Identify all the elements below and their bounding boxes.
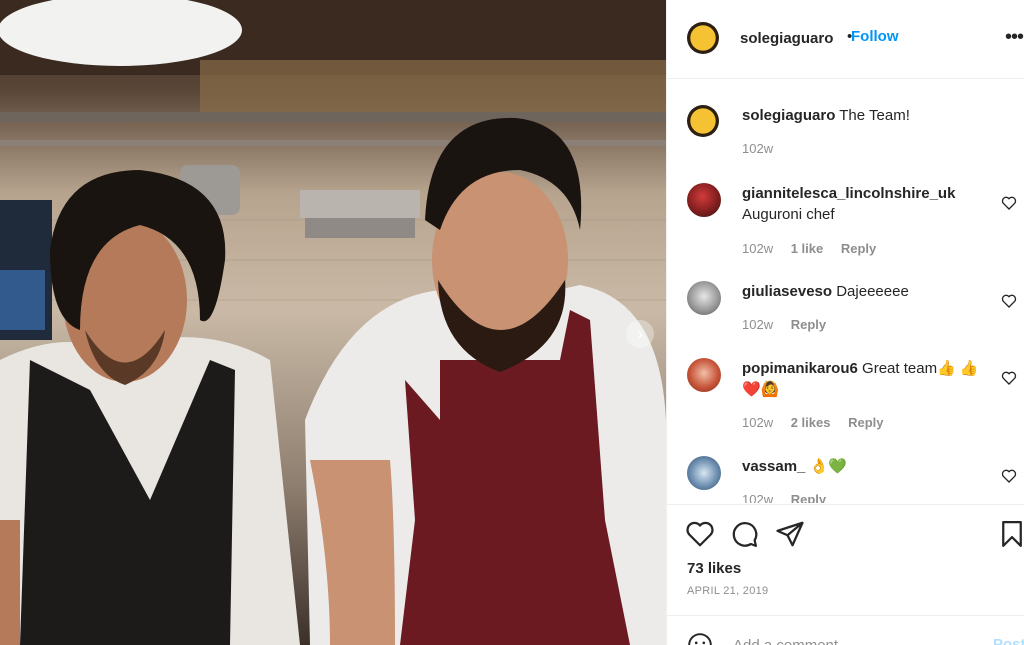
comment-likes[interactable]: 1 like (791, 241, 824, 256)
comment-time[interactable]: 102w (742, 241, 773, 256)
author-avatar[interactable] (687, 22, 719, 54)
comment-time[interactable]: 102w (742, 415, 773, 430)
next-image-button[interactable]: › (626, 320, 654, 348)
comment-content: Dajeeeeee (836, 283, 909, 300)
comment-username[interactable]: giannitelesca_lincolnshire_uk (742, 185, 955, 202)
comment-time[interactable]: 102w (742, 317, 773, 332)
caption-time[interactable]: 102w (742, 141, 773, 156)
comment-text: popimanikarou6 Great team👍 👍❤️🙆 (742, 358, 982, 400)
comment-likes[interactable]: 2 likes (791, 415, 831, 430)
author-username[interactable]: solegiaguaro (740, 30, 833, 47)
post-date[interactable]: APRIL 21, 2019 (687, 585, 768, 597)
post-actions: 73 likes APRIL 21, 2019 Post (667, 504, 1024, 645)
comment-text: giuliaseveso Dajeeeeee (742, 281, 982, 302)
comment-text: giannitelesca_lincolnshire_uk Auguroni c… (742, 183, 982, 225)
share-icon[interactable] (775, 519, 805, 549)
emoji-icon[interactable] (687, 632, 713, 645)
comment-username[interactable]: vassam_ (742, 458, 805, 475)
caption-meta: 102w (742, 141, 787, 156)
reply-button[interactable]: Reply (791, 317, 826, 332)
comment-like-heart-icon[interactable] (1001, 370, 1017, 386)
reply-button[interactable]: Reply (841, 241, 876, 256)
comment-username[interactable]: popimanikarou6 (742, 360, 858, 377)
post-comment-button[interactable]: Post (993, 636, 1024, 645)
comment-time[interactable]: 102w (742, 492, 773, 503)
bookmark-icon[interactable] (997, 519, 1024, 549)
post-sidebar: solegiaguaro • Follow ••• solegiaguaro T… (666, 0, 1024, 645)
comment-meta: 102w 2 likes Reply (742, 415, 898, 430)
comment-meta: 102w 1 like Reply (742, 241, 890, 256)
heart-icon[interactable] (685, 519, 715, 549)
comment-meta: 102w Reply (742, 492, 840, 503)
comment-icon[interactable] (729, 519, 759, 549)
comment-like-heart-icon[interactable] (1001, 195, 1017, 211)
comment-like-heart-icon[interactable] (1001, 468, 1017, 484)
comment-content: Auguroni chef (742, 206, 835, 223)
more-horizontal-icon[interactable]: ••• (1005, 26, 1024, 49)
caption-username[interactable]: solegiaguaro (742, 107, 835, 124)
post-header: solegiaguaro • Follow ••• (667, 0, 1024, 79)
caption-text: solegiaguaro The Team! (742, 105, 982, 126)
comments-list[interactable]: solegiaguaro The Team! 102w giannitelesc… (667, 79, 1024, 503)
commenter-avatar[interactable] (687, 358, 721, 392)
reply-button[interactable]: Reply (848, 415, 883, 430)
photo-illustration (0, 0, 666, 645)
instagram-post-view: › solegiaguaro • Follow ••• solegiaguaro… (0, 0, 1024, 645)
reply-button[interactable]: Reply (791, 492, 826, 503)
caption-avatar[interactable] (687, 105, 719, 137)
likes-count[interactable]: 73 likes (687, 560, 741, 577)
commenter-avatar[interactable] (687, 183, 721, 217)
caption-content: The Team! (839, 107, 910, 124)
comment-like-heart-icon[interactable] (1001, 293, 1017, 309)
follow-button[interactable]: Follow (851, 28, 899, 45)
commenter-avatar[interactable] (687, 456, 721, 490)
comment-meta: 102w Reply (742, 317, 840, 332)
comment-input[interactable] (731, 636, 975, 645)
post-photo[interactable]: › (0, 0, 666, 645)
add-comment-bar: Post (667, 615, 1024, 645)
commenter-avatar[interactable] (687, 281, 721, 315)
comment-content: 👌💚 (809, 458, 847, 475)
comment-username[interactable]: giuliaseveso (742, 283, 832, 300)
comment-text: vassam_ 👌💚 (742, 456, 982, 477)
